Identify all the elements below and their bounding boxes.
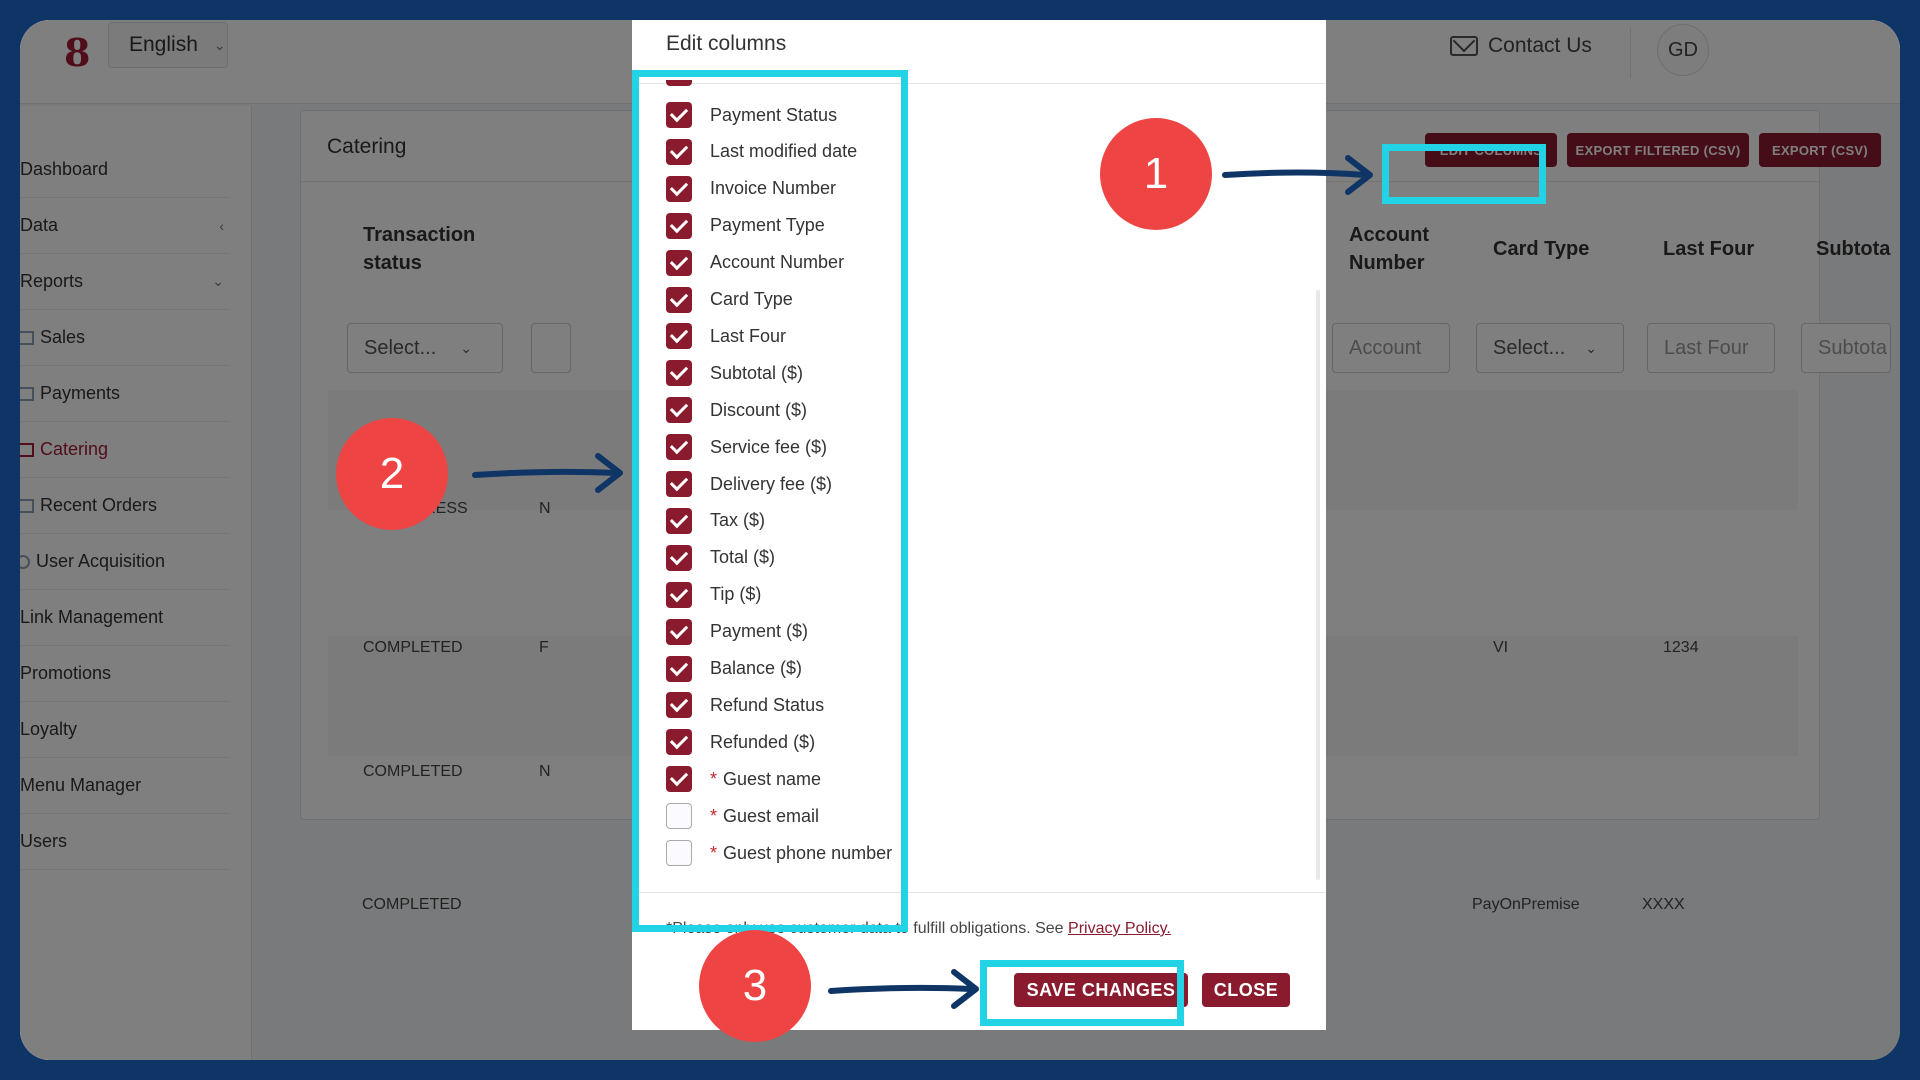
arrow-right-icon xyxy=(828,969,979,1009)
privacy-policy-link[interactable]: Privacy Policy. xyxy=(1068,920,1171,937)
screenshot-frame: 8 English ⌄ Contact Us GD Dashboard Data… xyxy=(20,20,1900,1060)
arrow-right-icon xyxy=(1222,155,1373,195)
modal-title: Edit columns xyxy=(666,32,787,55)
close-button[interactable]: CLOSE xyxy=(1202,973,1290,1007)
arrow-right-icon xyxy=(472,453,623,493)
highlight-box-save-changes xyxy=(980,960,1184,1026)
step-badge-1: 1 xyxy=(1100,118,1212,230)
step-badge-3: 3 xyxy=(699,930,811,1042)
highlight-box-edit-columns xyxy=(1382,144,1546,204)
modal-scrollbar[interactable] xyxy=(1316,290,1320,880)
highlight-box-column-list xyxy=(632,70,908,932)
step-badge-2: 2 xyxy=(336,418,448,530)
